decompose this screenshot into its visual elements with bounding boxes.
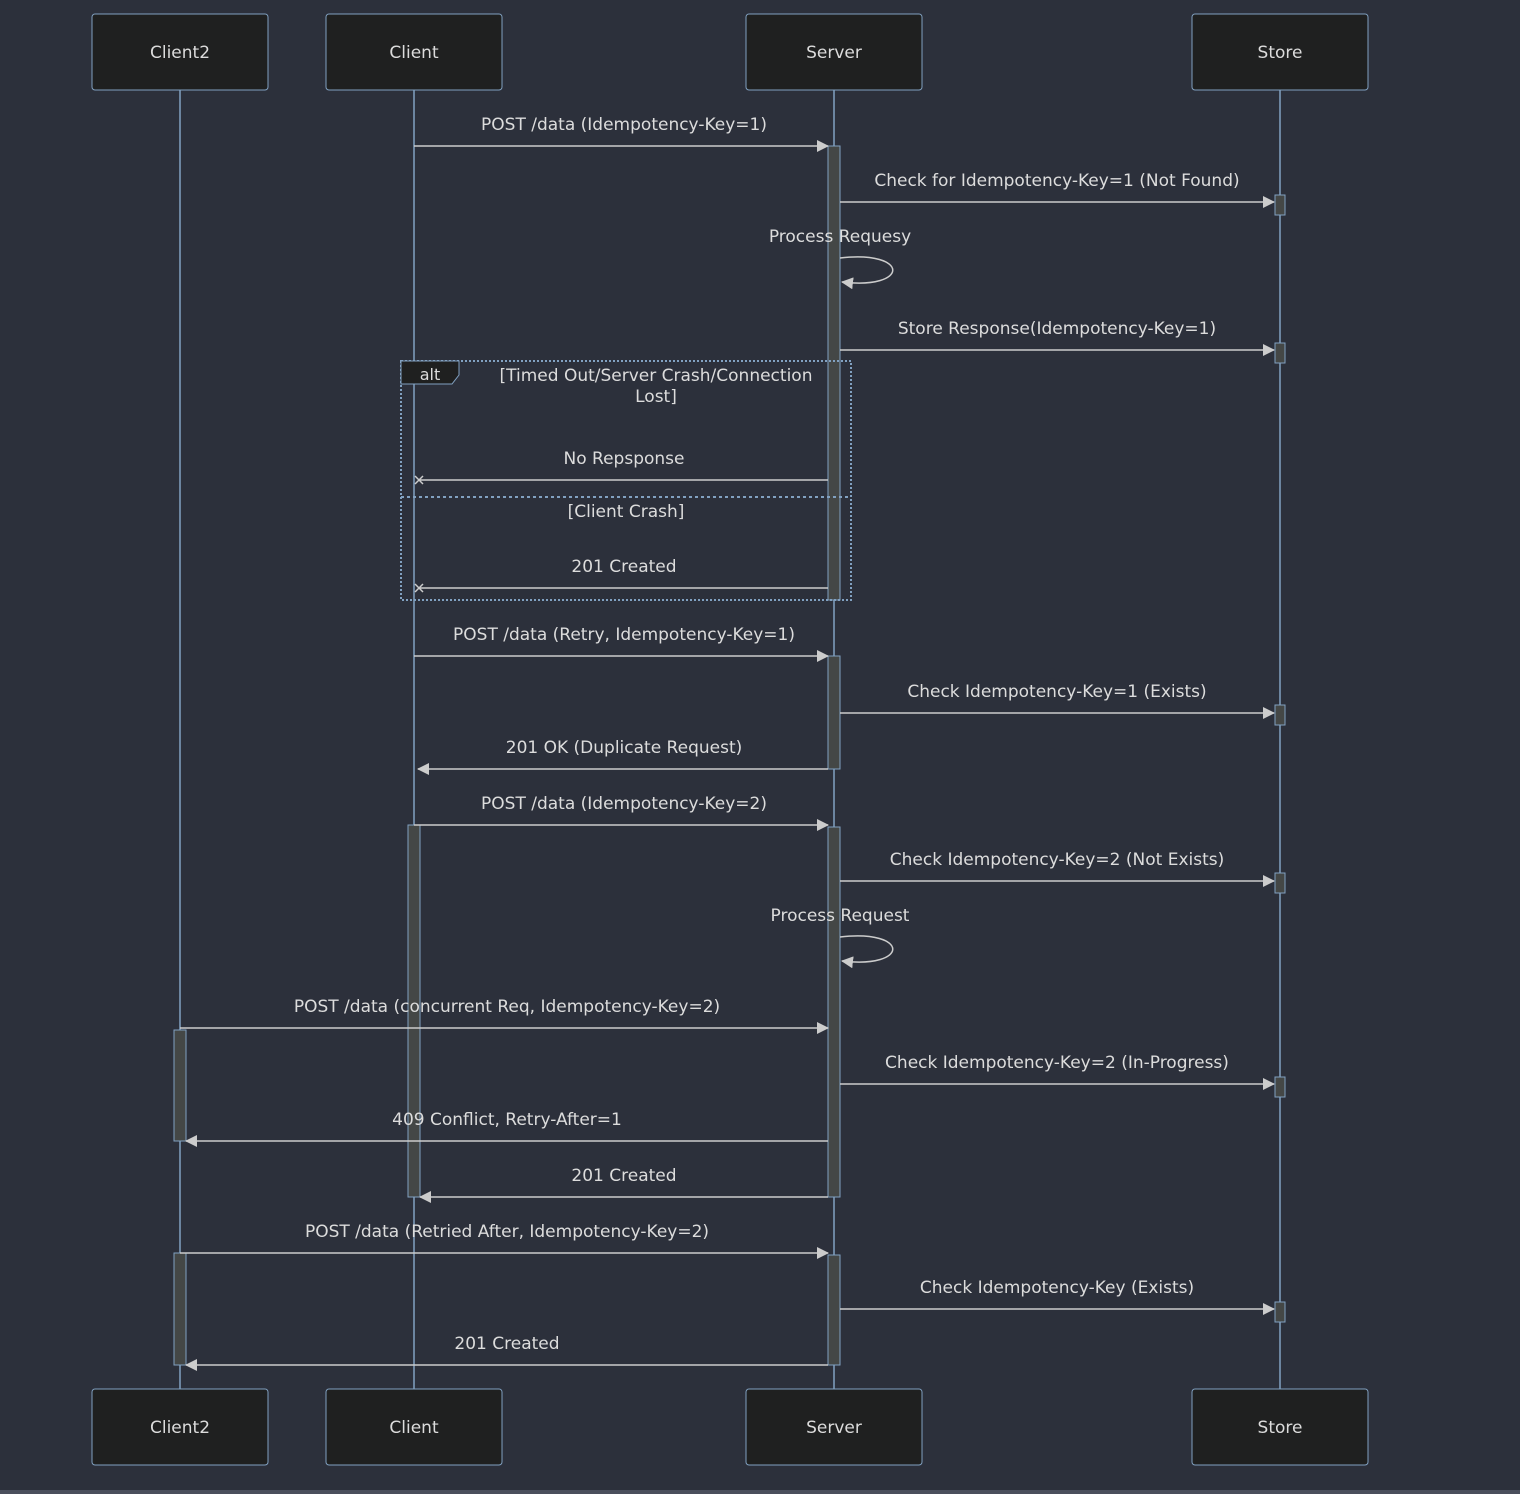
message-label: Check for Idempotency-Key=1 (Not Found) xyxy=(874,171,1239,191)
actor-server-bottom: Server xyxy=(745,1388,923,1466)
message-6: POST /data (Retry, Idempotency-Key=1) xyxy=(414,625,829,662)
message-5: 201 Created xyxy=(414,557,828,593)
actor-label: Client2 xyxy=(150,1418,210,1438)
actor-label: Client2 xyxy=(150,43,210,63)
message-7: Check Idempotency-Key=1 (Exists) xyxy=(840,682,1275,719)
message-9: POST /data (Idempotency-Key=2) xyxy=(414,794,829,831)
activation-bar-store xyxy=(1274,1076,1286,1098)
message-label: POST /data (concurrent Req, Idempotency-… xyxy=(294,997,720,1017)
activation-bar-store xyxy=(1274,1301,1286,1323)
activation-bar-server xyxy=(827,826,841,1198)
message-label: 201 Created xyxy=(571,1166,676,1186)
message-12: POST /data (concurrent Req, Idempotency-… xyxy=(180,997,829,1034)
message-label: Process Requesy xyxy=(769,227,911,247)
activation-bar-store xyxy=(1274,194,1286,216)
alt-condition: Lost] xyxy=(635,387,677,407)
message-14: 409 Conflict, Retry-After=1 xyxy=(185,1110,828,1147)
message-label: POST /data (Idempotency-Key=1) xyxy=(481,115,767,135)
message-15: 201 Created xyxy=(419,1166,828,1203)
actor-store-top: Store xyxy=(1191,13,1369,91)
message-17: Check Idempotency-Key (Exists) xyxy=(840,1278,1275,1315)
alt-condition: [Client Crash] xyxy=(568,502,685,522)
activation-bar-client2 xyxy=(173,1252,187,1366)
message-3: Store Response(Idempotency-Key=1) xyxy=(840,319,1275,356)
self-message-arrow xyxy=(839,935,894,969)
message-1: Check for Idempotency-Key=1 (Not Found) xyxy=(840,171,1275,208)
bottom-border xyxy=(0,1490,1520,1494)
message-16: POST /data (Retried After, Idempotency-K… xyxy=(180,1222,829,1259)
actor-label: Store xyxy=(1258,1418,1303,1438)
message-10: Check Idempotency-Key=2 (Not Exists) xyxy=(840,850,1275,887)
message-8: 201 OK (Duplicate Request) xyxy=(417,738,828,775)
message-label: 201 Created xyxy=(454,1334,559,1354)
message-4: No Repsponse xyxy=(414,449,828,485)
activation-bar-store xyxy=(1274,704,1286,726)
activation-bar-store xyxy=(1274,872,1286,894)
actor-store-bottom: Store xyxy=(1191,1388,1369,1466)
actor-client2-top: Client2 xyxy=(91,13,269,91)
message-label: Store Response(Idempotency-Key=1) xyxy=(898,319,1216,339)
message-label: No Repsponse xyxy=(564,449,685,469)
actor-label: Server xyxy=(806,43,862,63)
activation-bar-server xyxy=(827,655,841,770)
actor-label: Client xyxy=(389,1418,439,1438)
sequence-diagram: alt [Timed Out/Server Crash/ConnectionLos… xyxy=(91,13,1369,1466)
message-label: 409 Conflict, Retry-After=1 xyxy=(392,1110,622,1130)
actor-label: Store xyxy=(1258,43,1303,63)
messages: POST /data (Idempotency-Key=1) Check for … xyxy=(180,115,1275,1371)
message-13: Check Idempotency-Key=2 (In-Progress) xyxy=(840,1053,1275,1090)
self-message-arrow xyxy=(839,256,894,290)
activation-bar-server xyxy=(827,1254,841,1366)
message-label: 201 OK (Duplicate Request) xyxy=(506,738,743,758)
actor-client-bottom: Client xyxy=(325,1388,503,1466)
message-label: POST /data (Retried After, Idempotency-K… xyxy=(305,1222,709,1242)
alt-keyword: alt xyxy=(420,365,441,384)
actor-client2-bottom: Client2 xyxy=(91,1388,269,1466)
message-label: Process Request xyxy=(771,906,910,926)
message-label: POST /data (Retry, Idempotency-Key=1) xyxy=(453,625,795,645)
actor-label: Server xyxy=(806,1418,862,1438)
message-label: Check Idempotency-Key=2 (In-Progress) xyxy=(885,1053,1229,1073)
activation-bar-client2 xyxy=(173,1029,187,1142)
actor-server-top: Server xyxy=(745,13,923,91)
message-label: Check Idempotency-Key=2 (Not Exists) xyxy=(890,850,1225,870)
message-label: POST /data (Idempotency-Key=2) xyxy=(481,794,767,814)
message-0: POST /data (Idempotency-Key=1) xyxy=(414,115,829,152)
alt-condition: [Timed Out/Server Crash/Connection xyxy=(500,366,813,386)
activation-bar-server xyxy=(827,145,841,601)
message-18: 201 Created xyxy=(185,1334,828,1371)
message-label: Check Idempotency-Key (Exists) xyxy=(920,1278,1194,1298)
message-label: Check Idempotency-Key=1 (Exists) xyxy=(907,682,1206,702)
activation-bar-store xyxy=(1274,342,1286,364)
actor-label: Client xyxy=(389,43,439,63)
actor-client-top: Client xyxy=(325,13,503,91)
message-label: 201 Created xyxy=(571,557,676,577)
